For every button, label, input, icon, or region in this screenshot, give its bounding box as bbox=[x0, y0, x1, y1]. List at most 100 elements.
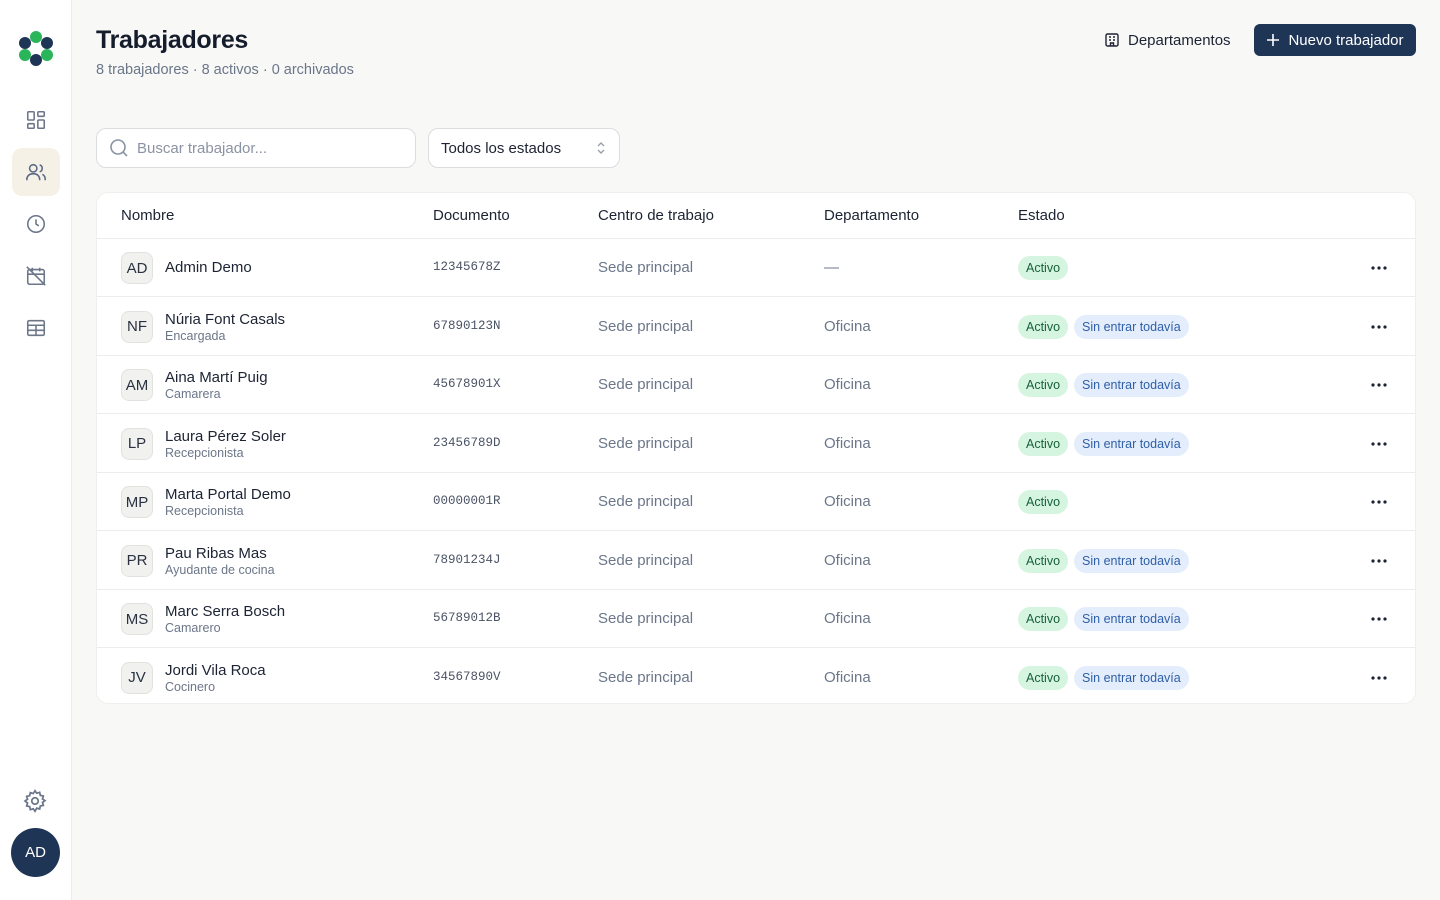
worker-document: 12345678Z bbox=[433, 260, 501, 274]
status-select[interactable]: Todos los estados bbox=[428, 128, 620, 168]
worker-initials: MS bbox=[121, 603, 153, 635]
nav-dashboard[interactable] bbox=[12, 96, 60, 144]
table-row[interactable]: AM Aina Martí Puig Camarera 45678901X Sede p… bbox=[97, 356, 1415, 414]
worker-center: Sede principal bbox=[598, 376, 694, 393]
table-row[interactable]: MS Marc Serra Bosch Camarero 56789012B Sede … bbox=[97, 590, 1415, 648]
status-badges: Activo Sin entrar todavía bbox=[1018, 548, 1189, 573]
more-horizontal-icon bbox=[1371, 266, 1387, 270]
worker-department: — bbox=[824, 259, 839, 276]
worker-role: Camarero bbox=[165, 621, 221, 635]
not-entered-badge: Sin entrar todavía bbox=[1074, 431, 1189, 456]
user-avatar[interactable]: AD bbox=[11, 828, 60, 877]
worker-initials: NF bbox=[121, 310, 153, 343]
search-box bbox=[96, 128, 416, 168]
more-horizontal-icon bbox=[1371, 383, 1387, 387]
table-row[interactable]: NF Núria Font Casals Encargada 67890123N Sed… bbox=[97, 298, 1415, 356]
workers-table: Nombre Documento Centro de trabajo Depar… bbox=[96, 192, 1416, 704]
page-title: Trabajadores bbox=[96, 26, 249, 54]
worker-document: 78901234J bbox=[433, 552, 501, 567]
gear-icon[interactable] bbox=[22, 788, 48, 814]
nav-reports[interactable] bbox=[12, 304, 60, 352]
worker-role: Recepcionista bbox=[165, 504, 244, 518]
nav-time[interactable] bbox=[12, 200, 60, 248]
row-actions-button[interactable] bbox=[1369, 259, 1389, 277]
column-header[interactable]: Estado bbox=[1018, 207, 1065, 224]
worker-role: Recepcionista bbox=[165, 445, 244, 460]
clock-icon bbox=[26, 214, 46, 234]
status-badge: Activo bbox=[1018, 431, 1069, 456]
worker-center: Sede principal bbox=[598, 610, 694, 627]
page-subtitle: 8 trabajadores · 8 activos · 0 archivado… bbox=[96, 62, 354, 78]
status-select-value: Todos los estados bbox=[441, 139, 562, 157]
worker-department: Oficina bbox=[824, 434, 871, 452]
row-actions-button[interactable] bbox=[1369, 318, 1389, 336]
worker-center: Sede principal bbox=[598, 668, 694, 686]
more-horizontal-icon bbox=[1371, 441, 1387, 446]
worker-document: 34567890V bbox=[433, 669, 501, 684]
worker-document: 56789012B bbox=[433, 611, 501, 625]
column-header[interactable]: Centro de trabajo bbox=[598, 207, 714, 224]
sidebar: AD bbox=[0, 0, 72, 900]
worker-role: Camarera bbox=[165, 387, 221, 401]
table-row[interactable]: PR Pau Ribas Mas Ayudante de cocina 7890123… bbox=[97, 532, 1415, 590]
worker-initials: MP bbox=[121, 486, 153, 518]
worker-name: Laura Pérez Soler bbox=[165, 427, 286, 445]
status-badge: Activo bbox=[1018, 256, 1069, 280]
status-badge: Activo bbox=[1018, 665, 1069, 690]
chevron-up-down-icon bbox=[597, 142, 605, 154]
table-header: Nombre Documento Centro de trabajo Depar… bbox=[97, 193, 1415, 239]
worker-name: Admin Demo bbox=[165, 259, 252, 276]
departments-label: Departamentos bbox=[1128, 31, 1231, 49]
nav-absences[interactable] bbox=[12, 252, 60, 300]
row-actions-button[interactable] bbox=[1369, 435, 1389, 453]
dashboard-icon bbox=[26, 110, 46, 130]
status-badges: Activo Sin entrar todavía bbox=[1018, 314, 1189, 339]
table-row[interactable]: JV Jordi Vila Roca Cocinero 34567890V Sede p… bbox=[97, 649, 1415, 704]
worker-department: Oficina bbox=[824, 376, 871, 393]
row-actions-button[interactable] bbox=[1369, 493, 1389, 511]
worker-initials: PR bbox=[121, 544, 153, 577]
status-badges: Activo Sin entrar todavía bbox=[1018, 607, 1189, 631]
status-badges: Activo Sin entrar todavía bbox=[1018, 373, 1189, 397]
search-input[interactable] bbox=[137, 139, 387, 157]
worker-center: Sede principal bbox=[598, 259, 694, 276]
column-header[interactable]: Nombre bbox=[121, 207, 174, 224]
table-row[interactable]: AD Admin Demo 12345678Z Sede principal — Acti… bbox=[97, 239, 1415, 297]
worker-center: Sede principal bbox=[598, 551, 694, 569]
status-badges: Activo Sin entrar todavía bbox=[1018, 431, 1189, 456]
logo-icon[interactable] bbox=[19, 30, 53, 66]
worker-department: Oficina bbox=[824, 493, 871, 510]
new-worker-label: Nuevo trabajador bbox=[1288, 31, 1404, 49]
more-horizontal-icon bbox=[1371, 500, 1387, 504]
column-header[interactable]: Documento bbox=[433, 207, 510, 224]
table-row[interactable]: MP Marta Portal Demo Recepcionista 00000001… bbox=[97, 473, 1415, 531]
more-horizontal-icon bbox=[1371, 558, 1387, 563]
nav-workers[interactable] bbox=[12, 148, 60, 196]
status-badge: Activo bbox=[1018, 490, 1069, 514]
worker-initials: AD bbox=[121, 252, 153, 284]
more-horizontal-icon bbox=[1371, 617, 1387, 621]
worker-name: Marc Serra Bosch bbox=[165, 603, 286, 620]
row-actions-button[interactable] bbox=[1369, 552, 1389, 570]
new-worker-button[interactable]: Nuevo trabajador bbox=[1254, 24, 1416, 56]
worker-initials: JV bbox=[121, 661, 153, 694]
column-header[interactable]: Departamento bbox=[824, 207, 919, 224]
worker-initials: LP bbox=[121, 427, 153, 460]
row-actions-button[interactable] bbox=[1369, 610, 1389, 628]
table-row[interactable]: LP Laura Pérez Soler Recepcionista 23456789… bbox=[97, 415, 1415, 473]
row-actions-button[interactable] bbox=[1369, 376, 1389, 394]
worker-center: Sede principal bbox=[598, 493, 694, 510]
worker-department: Oficina bbox=[824, 317, 871, 335]
more-horizontal-icon bbox=[1371, 324, 1387, 329]
table-icon bbox=[26, 319, 46, 337]
worker-name: Aina Martí Puig bbox=[165, 369, 268, 386]
worker-name: Pau Ribas Mas bbox=[165, 544, 267, 562]
worker-document: 00000001R bbox=[433, 494, 501, 508]
worker-document: 67890123N bbox=[433, 318, 501, 333]
status-badge: Activo bbox=[1018, 314, 1069, 339]
status-badges: Activo Sin entrar todavía bbox=[1018, 665, 1189, 690]
users-icon bbox=[26, 163, 46, 181]
row-actions-button[interactable] bbox=[1369, 669, 1389, 687]
more-horizontal-icon bbox=[1371, 675, 1387, 680]
departments-button[interactable]: Departamentos bbox=[1096, 24, 1239, 56]
